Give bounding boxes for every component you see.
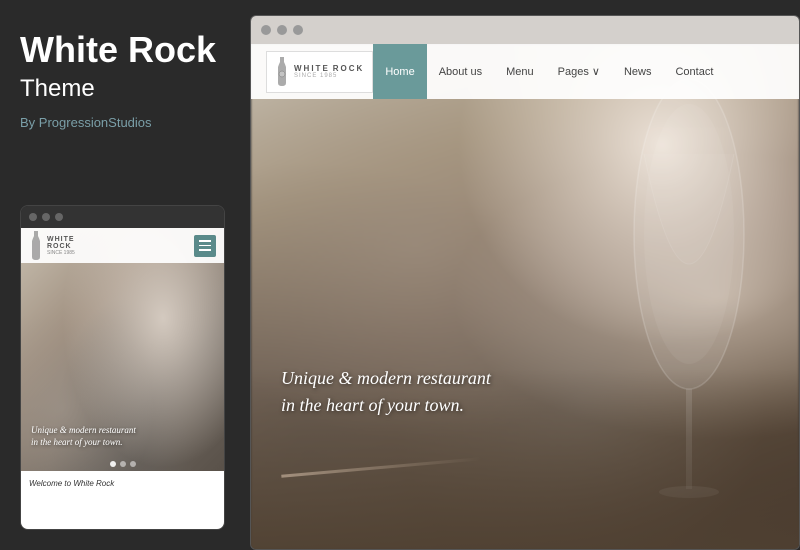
left-info-panel: White Rock Theme By ProgressionStudios xyxy=(0,0,245,550)
nav-link-menu[interactable]: Menu xyxy=(494,44,546,99)
mobile-bottle-icon xyxy=(29,231,43,261)
mobile-dot-2 xyxy=(42,213,50,221)
mobile-bottom-section: Welcome to White Rock xyxy=(21,471,224,529)
nav-link-pages[interactable]: Pages ∨ xyxy=(546,44,612,99)
desktop-dot-3 xyxy=(293,25,303,35)
slide-dot-2 xyxy=(120,461,126,467)
mobile-hamburger-button[interactable] xyxy=(194,235,216,257)
mobile-logo-rock: ROCK xyxy=(47,243,75,250)
theme-title-line2: Theme xyxy=(20,75,225,103)
author-name: ProgressionStudios xyxy=(39,115,152,130)
desktop-nav-links: Home About us Menu Pages ∨ News Contact xyxy=(373,44,725,99)
slide-dot-3 xyxy=(130,461,136,467)
mobile-logo-since: SINCE 1985 xyxy=(47,250,75,256)
desktop-logo-since: SINCE 1985 xyxy=(294,73,364,79)
nav-link-about[interactable]: About us xyxy=(427,44,494,99)
nav-link-home[interactable]: Home xyxy=(373,44,426,99)
desktop-dot-2 xyxy=(277,25,287,35)
desktop-nav-bar: WHITE ROCK SINCE 1985 Home About us Menu… xyxy=(251,44,799,99)
desktop-dot-1 xyxy=(261,25,271,35)
mobile-hero-line1: Unique & modern restaurant xyxy=(31,424,214,437)
mobile-hero-text: Unique & modern restaurant in the heart … xyxy=(31,424,214,449)
mobile-slide-dots xyxy=(21,461,224,467)
mobile-dot-1 xyxy=(29,213,37,221)
nav-link-news[interactable]: News xyxy=(612,44,664,99)
hamburger-line-1 xyxy=(199,240,211,242)
hamburger-line-2 xyxy=(199,245,211,247)
desktop-content: WHITE ROCK SINCE 1985 Home About us Menu… xyxy=(251,44,799,549)
desktop-logo: WHITE ROCK SINCE 1985 xyxy=(266,51,373,93)
mobile-logo-white: WHITE xyxy=(47,236,75,243)
desktop-hero-bg xyxy=(251,44,799,549)
desktop-hero-line2: in the heart of your town. xyxy=(281,392,491,419)
theme-title-line1: White Rock xyxy=(20,30,225,70)
mobile-hero-line2: in the heart of your town. xyxy=(31,436,214,449)
mobile-nav-bar: WHITE ROCK SINCE 1985 xyxy=(21,228,224,263)
slide-dot-1 xyxy=(110,461,116,467)
author-prefix: By xyxy=(20,115,35,130)
mobile-bottom-heading: Welcome to White Rock xyxy=(29,479,216,488)
desktop-titlebar xyxy=(251,16,799,44)
desktop-bottle-icon xyxy=(275,57,289,87)
desktop-preview-window: WHITE ROCK SINCE 1985 Home About us Menu… xyxy=(250,15,800,550)
desktop-hero-text: Unique & modern restaurant in the heart … xyxy=(281,365,491,419)
theme-author: By ProgressionStudios xyxy=(20,115,225,130)
nav-link-contact[interactable]: Contact xyxy=(663,44,725,99)
desktop-logo-white: WHITE xyxy=(294,64,330,73)
mobile-content: WHITE ROCK SINCE 1985 Unique & modern re… xyxy=(21,228,224,529)
desktop-hero-line1: Unique & modern restaurant xyxy=(281,365,491,392)
mobile-logo: WHITE ROCK SINCE 1985 xyxy=(29,231,75,261)
mobile-titlebar xyxy=(21,206,224,228)
mobile-preview-window: WHITE ROCK SINCE 1985 Unique & modern re… xyxy=(20,205,225,530)
mobile-dot-3 xyxy=(55,213,63,221)
hamburger-line-3 xyxy=(199,249,211,251)
desktop-logo-rock: ROCK xyxy=(333,64,365,73)
